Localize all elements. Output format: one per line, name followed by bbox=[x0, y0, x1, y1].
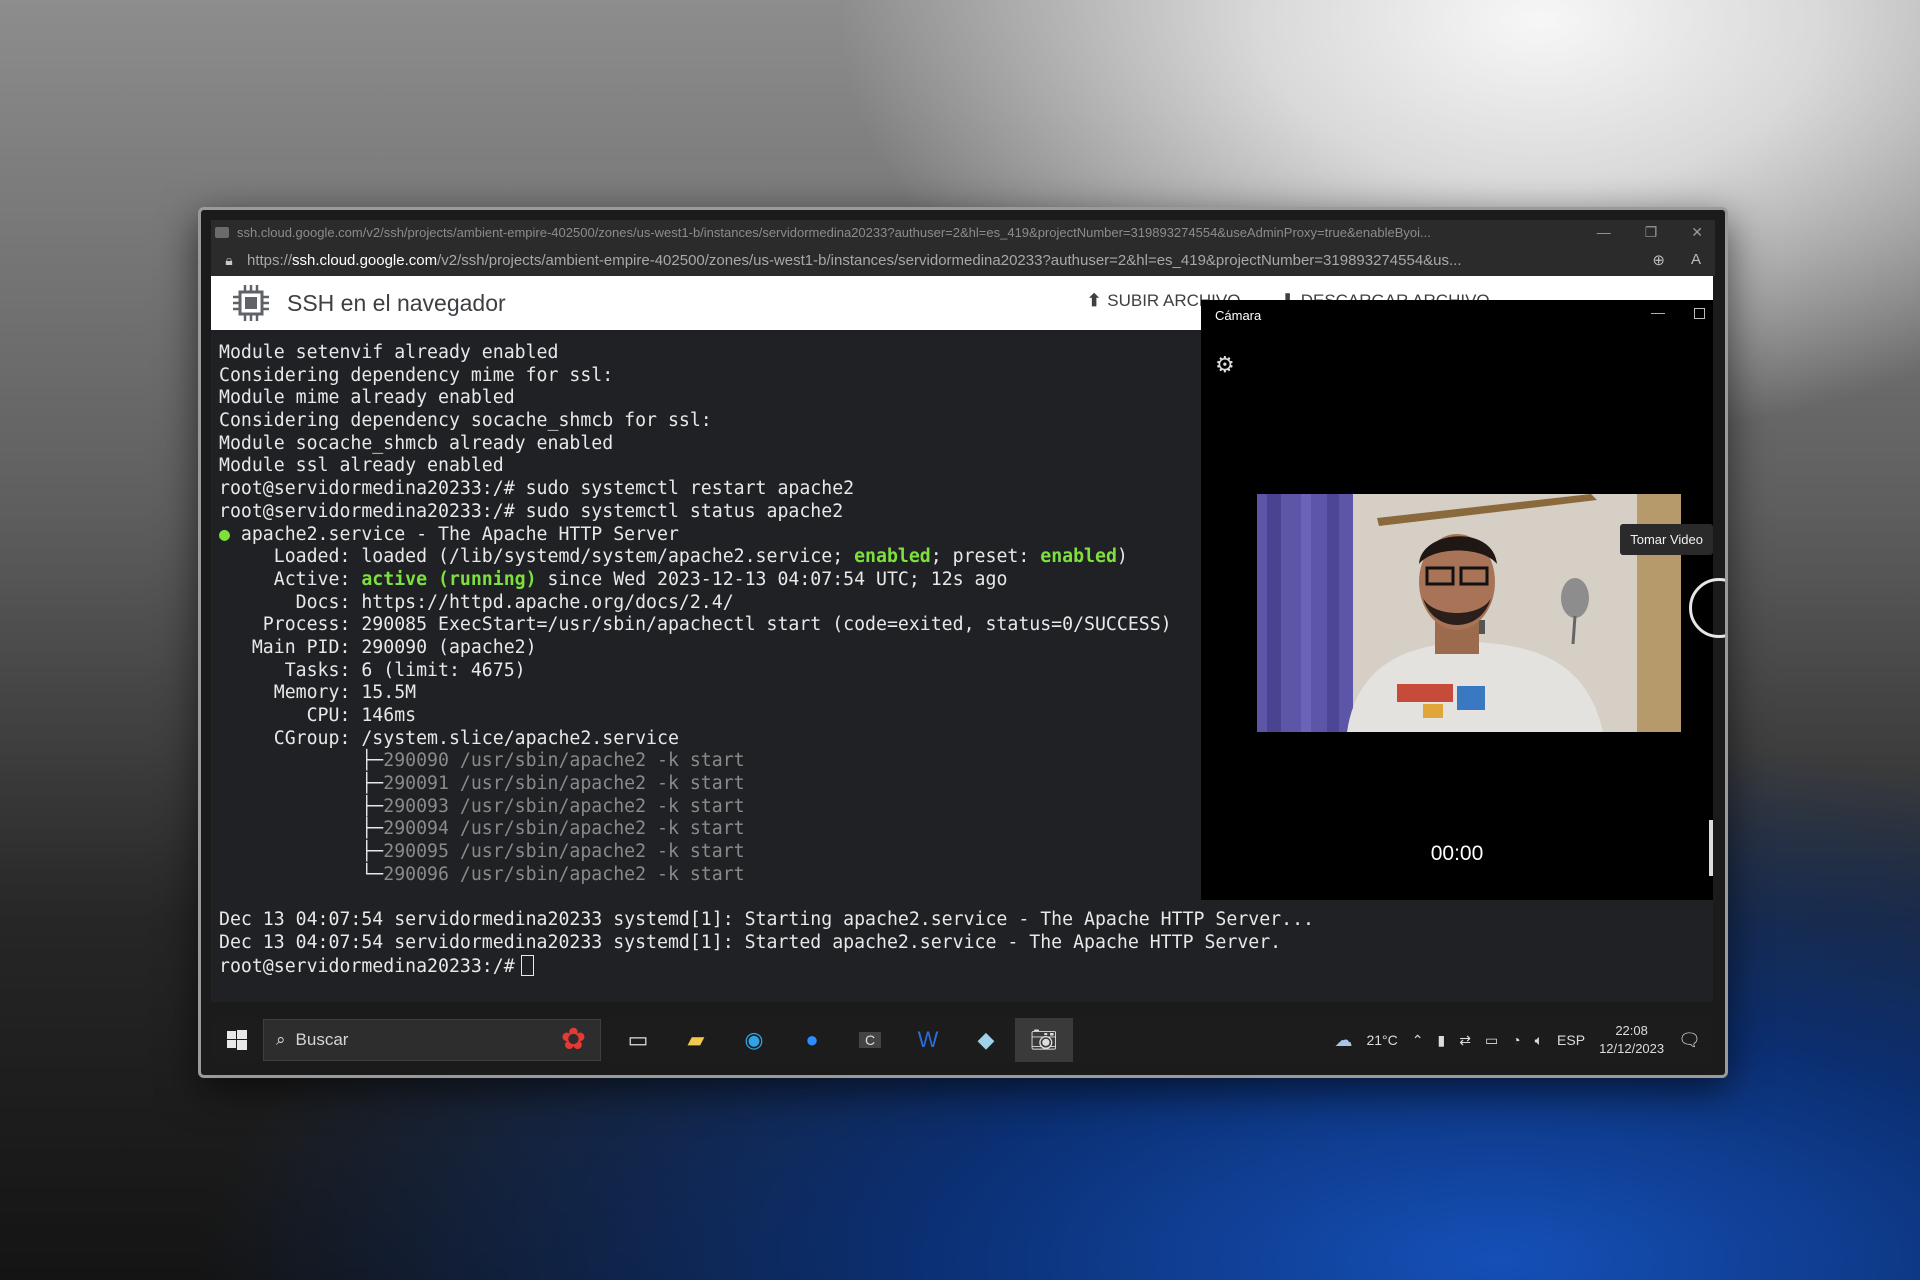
url-scheme: https:// bbox=[247, 251, 293, 269]
ssh-title: SSH en el navegador bbox=[287, 289, 506, 316]
tree-branch: ├─ bbox=[219, 841, 384, 863]
tree-branch: ├─ bbox=[219, 795, 384, 817]
take-video-tooltip: Tomar Video bbox=[1620, 524, 1713, 555]
url-field[interactable]: https://ssh.cloud.google.com/v2/ssh/proj… bbox=[247, 252, 1597, 269]
start-button[interactable] bbox=[211, 1030, 263, 1050]
minimize-button[interactable]: — bbox=[1597, 224, 1611, 241]
zoom-app-icon[interactable]: ● bbox=[783, 1018, 841, 1062]
notifications-icon[interactable]: 🗨︎ bbox=[1678, 1030, 1701, 1051]
process-entry: 290095 /usr/sbin/apache2 -k start bbox=[383, 841, 745, 863]
clock-date: 12/12/2023 bbox=[1599, 1041, 1665, 1056]
window-title: ssh.cloud.google.com/v2/ssh/projects/amb… bbox=[237, 224, 1431, 240]
close-button[interactable]: ✕ bbox=[1691, 224, 1703, 241]
read-aloud-icon[interactable]: A bbox=[1691, 251, 1701, 269]
record-button[interactable] bbox=[1689, 578, 1725, 638]
process-entry: 290091 /usr/sbin/apache2 -k start bbox=[383, 773, 745, 795]
upload-icon: ⬆ bbox=[1087, 291, 1102, 310]
terminal-prompt-line[interactable]: root@servidormedina20233:/# bbox=[219, 954, 1713, 978]
address-bar[interactable]: 🔒︎ https://ssh.cloud.google.com/v2/ssh/p… bbox=[211, 244, 1715, 276]
status-dot-icon: ● bbox=[219, 523, 230, 545]
service-title: apache2.service - The Apache HTTP Server bbox=[229, 523, 679, 545]
settings-gear-icon[interactable]: ⚙ bbox=[1215, 352, 1235, 378]
camera-preview bbox=[1257, 494, 1681, 732]
meter-icon[interactable]: ▮ bbox=[1437, 1032, 1445, 1049]
weather-temp[interactable]: 21°C bbox=[1366, 1032, 1397, 1048]
clock-time: 22:08 bbox=[1615, 1023, 1648, 1038]
chip-icon bbox=[231, 283, 271, 323]
monitor-screen: ssh.cloud.google.com/v2/ssh/projects/amb… bbox=[198, 207, 1728, 1078]
url-path: /v2/ssh/projects/ambient-empire-402500/z… bbox=[437, 251, 1462, 269]
taskbar-search-box[interactable]: ⌕ Buscar ✿ bbox=[263, 1019, 601, 1061]
process-entry: 290093 /usr/sbin/apache2 -k start bbox=[383, 795, 745, 817]
process-entry: 290094 /usr/sbin/apache2 -k start bbox=[383, 818, 745, 840]
word-icon[interactable]: W bbox=[899, 1018, 957, 1062]
clock[interactable]: 22:08 12/12/2023 bbox=[1599, 1022, 1664, 1058]
task-view-icon[interactable]: ▭ bbox=[609, 1018, 667, 1062]
sync-icon[interactable]: ⇄ bbox=[1459, 1032, 1471, 1049]
url-host: ssh.cloud.google.com bbox=[292, 251, 438, 269]
edge-browser-icon[interactable]: ◉ bbox=[725, 1018, 783, 1062]
preset-status: enabled bbox=[1040, 546, 1117, 568]
zoom-icon[interactable]: ⊕ bbox=[1652, 251, 1665, 269]
shell-prompt: root@servidormedina20233:/# bbox=[219, 955, 515, 977]
windows-logo-icon bbox=[227, 1030, 247, 1050]
c-app-icon[interactable]: C bbox=[841, 1018, 899, 1062]
restore-button[interactable]: ❐ bbox=[1645, 224, 1658, 241]
terminal-line: Dec 13 04:07:54 servidormedina20233 syst… bbox=[219, 931, 1282, 953]
notes-app-icon[interactable]: ◆ bbox=[957, 1018, 1015, 1062]
search-icon: ⌕ bbox=[276, 1030, 286, 1049]
loaded-text: ; preset: bbox=[930, 546, 1041, 568]
recording-timer: 00:00 bbox=[1430, 842, 1484, 865]
camera-minimize-button[interactable]: — bbox=[1651, 304, 1665, 320]
browser-titlebar: ssh.cloud.google.com/v2/ssh/projects/amb… bbox=[211, 220, 1715, 244]
loaded-text: Loaded: loaded (/lib/systemd/system/apac… bbox=[219, 546, 855, 568]
terminal-cursor bbox=[520, 954, 534, 976]
volume-icon[interactable]: 🔈︎ bbox=[1535, 1032, 1543, 1049]
language-indicator[interactable]: ESP bbox=[1557, 1032, 1585, 1048]
active-status: active (running) bbox=[361, 568, 537, 590]
tree-branch: ├─ bbox=[219, 750, 384, 772]
active-text: since Wed 2023-12-13 04:07:54 UTC; 12s a… bbox=[536, 568, 1008, 590]
camera-side-handle[interactable] bbox=[1709, 820, 1713, 876]
process-entry: 290096 /usr/sbin/apache2 -k start bbox=[383, 863, 745, 885]
battery-icon[interactable]: ▭ bbox=[1485, 1032, 1498, 1049]
poinsettia-icon: ✿ bbox=[560, 1023, 586, 1056]
active-label: Active: bbox=[219, 568, 362, 590]
favicon-icon bbox=[215, 226, 229, 238]
tree-branch: ├─ bbox=[219, 773, 384, 795]
loaded-text: ) bbox=[1116, 546, 1128, 568]
taskbar: ⌕ Buscar ✿ ▭ ▰ ◉ ● C W ◆ 📷︎ ☁ 21°C ⌃ ▮ ⇄… bbox=[211, 1018, 1713, 1062]
enabled-status: enabled bbox=[854, 546, 931, 568]
camera-maximize-button[interactable] bbox=[1694, 308, 1705, 319]
tree-branch: └─ bbox=[219, 863, 384, 885]
weather-cloud-icon[interactable]: ☁ bbox=[1334, 1030, 1352, 1051]
terminal-line: Dec 13 04:07:54 servidormedina20233 syst… bbox=[219, 909, 1314, 931]
tree-branch: ├─ bbox=[219, 818, 384, 840]
search-placeholder: Buscar bbox=[295, 1030, 349, 1049]
process-entry: 290090 /usr/sbin/apache2 -k start bbox=[383, 750, 745, 772]
camera-title: Cámara bbox=[1215, 308, 1262, 323]
lock-icon[interactable]: 🔒︎ bbox=[211, 252, 247, 269]
file-explorer-icon[interactable]: ▰ bbox=[667, 1018, 725, 1062]
camera-window: Cámara — ⚙ Tomar Video 00:00 bbox=[1201, 300, 1725, 900]
camera-app-icon[interactable]: 📷︎ bbox=[1015, 1018, 1073, 1062]
tray-overflow-icon[interactable]: ⌃ bbox=[1412, 1032, 1424, 1049]
wifi-icon[interactable]: ◔ bbox=[1512, 1032, 1520, 1048]
